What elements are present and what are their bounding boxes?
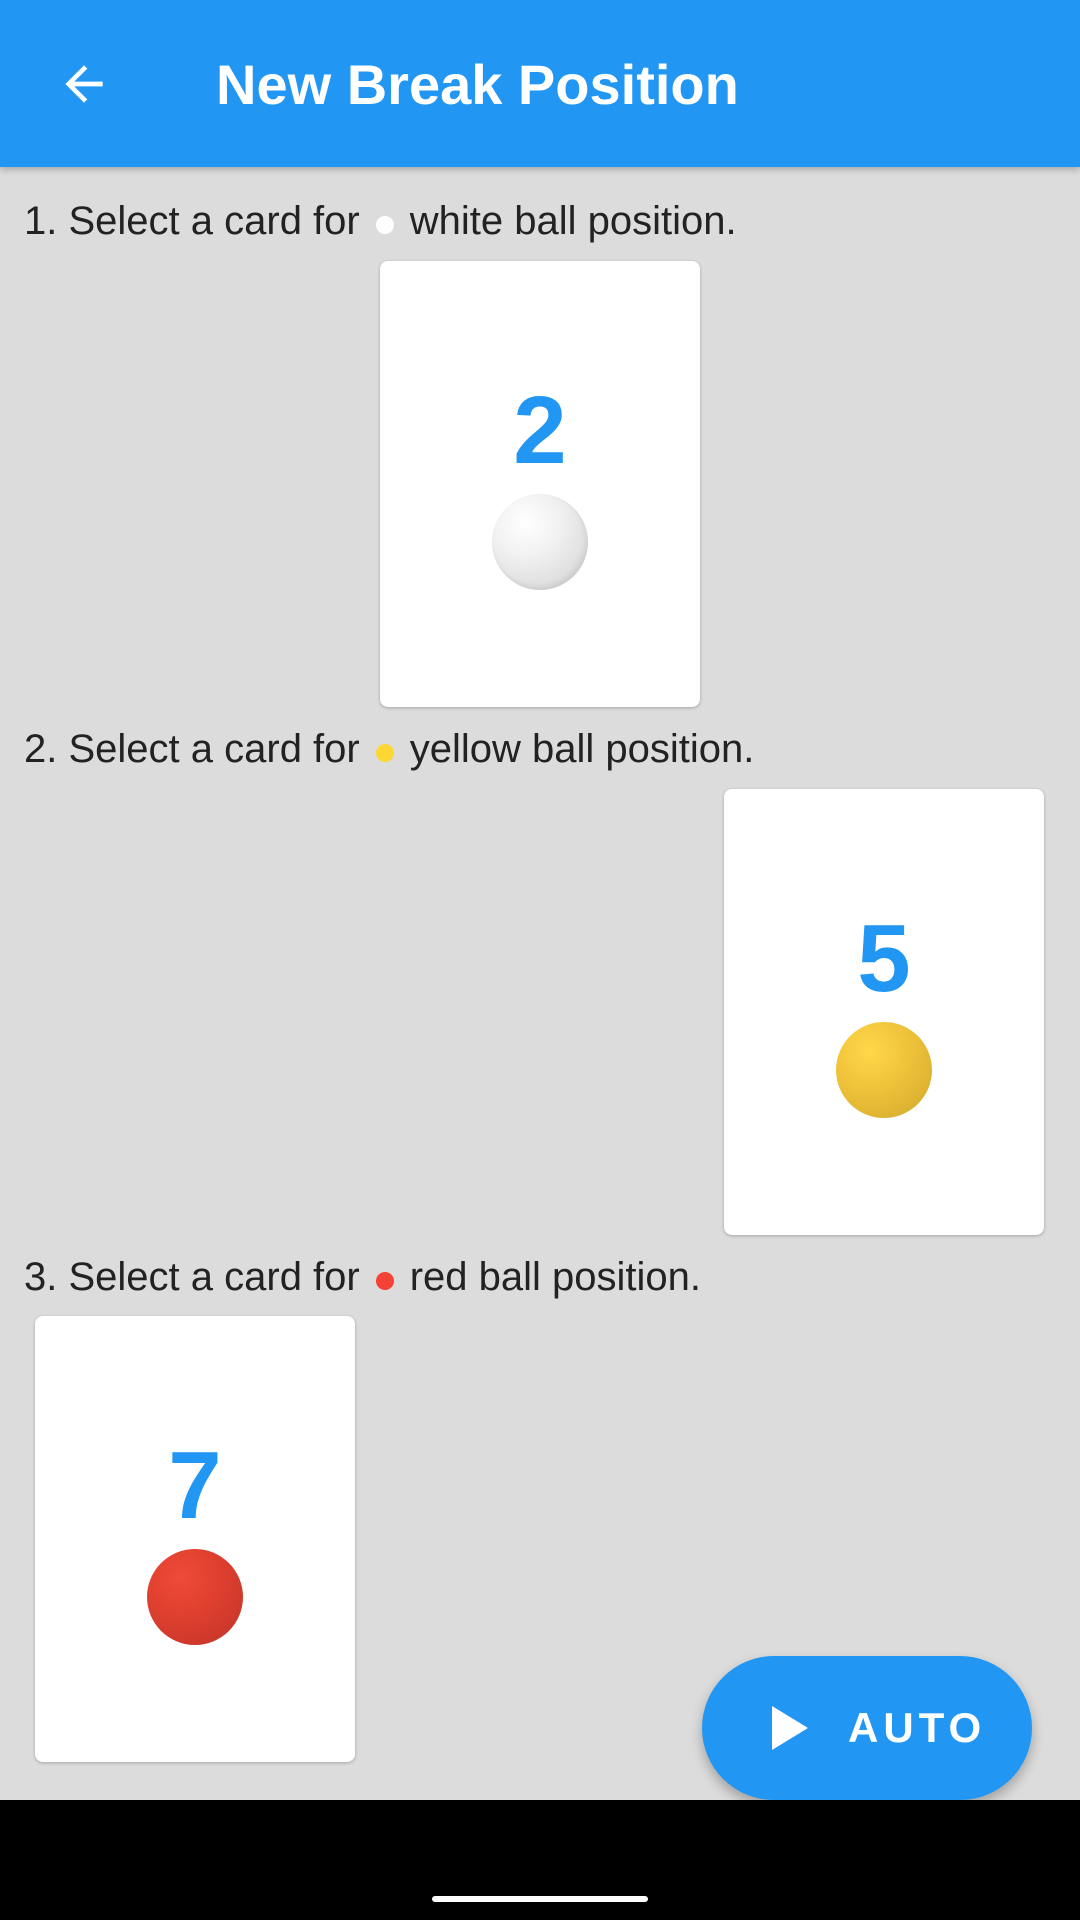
page-title: New Break Position (216, 53, 739, 116)
yellow-ball-card[interactable]: 5 (724, 789, 1044, 1235)
system-nav-bar (0, 1800, 1080, 1920)
white-ball-card[interactable]: 2 (380, 261, 700, 707)
step-3-label: 3. Select a card for red ball position. (24, 1247, 701, 1307)
auto-button-label: AUTO (848, 1704, 987, 1751)
step-3-number: 3. (24, 1255, 58, 1299)
red-ball-card[interactable]: 7 (35, 1316, 355, 1762)
white-ball-dot-icon (375, 216, 394, 234)
yellow-ball-dot-icon (375, 744, 394, 762)
yellow-ball-icon (836, 1022, 932, 1118)
step-3-text-after: red ball position. (409, 1255, 702, 1299)
step-1-number: 1. (24, 199, 58, 243)
step-3-text-before: Select a card for (68, 1255, 360, 1299)
card-number: 7 (168, 1432, 222, 1539)
red-ball-dot-icon (375, 1272, 394, 1290)
step-2-text-after: yellow ball position. (409, 727, 755, 771)
step-2-number: 2. (24, 727, 58, 771)
red-ball-icon (147, 1549, 243, 1645)
step-2-label: 2. Select a card for yellow ball position… (24, 719, 754, 779)
white-ball-icon (492, 494, 588, 590)
step-2-text-before: Select a card for (68, 727, 360, 771)
back-button[interactable] (44, 44, 124, 124)
app-bar: New Break Position (0, 0, 1080, 167)
auto-button[interactable]: AUTO (702, 1656, 1032, 1800)
step-1-text-before: Select a card for (68, 199, 360, 243)
play-icon (772, 1706, 808, 1750)
arrow-left-icon (65, 65, 103, 103)
home-indicator[interactable] (432, 1896, 648, 1902)
step-1-text-after: white ball position. (409, 199, 737, 243)
card-number: 5 (857, 905, 911, 1012)
card-number: 2 (513, 377, 567, 484)
step-1-label: 1. Select a card for white ball position. (24, 191, 737, 251)
